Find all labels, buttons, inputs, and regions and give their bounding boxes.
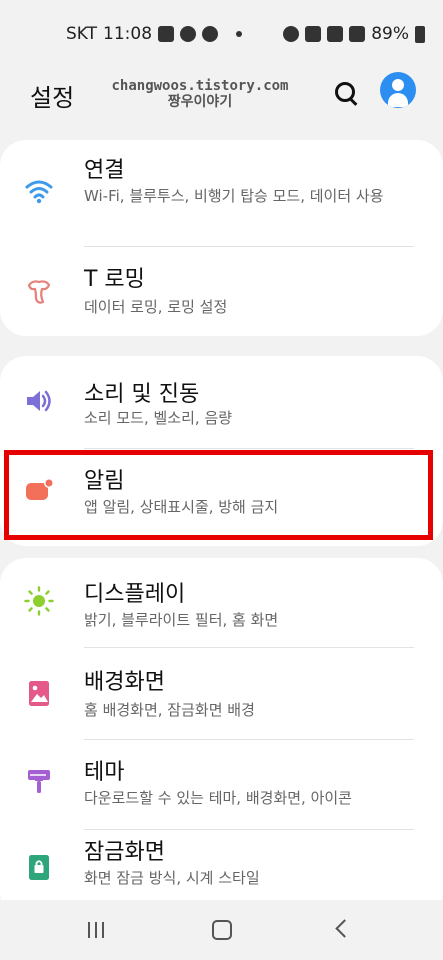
carrier-label: SKT: [66, 24, 98, 44]
more-notifications-dot-icon: [236, 31, 243, 37]
gallery-notification-icon: [158, 26, 175, 42]
lockscreen-icon: [29, 855, 49, 880]
profile-avatar-button[interactable]: [380, 72, 416, 108]
page-title: 설정: [30, 84, 75, 112]
settings-item-subtitle: 홈 배경화면, 잠금화면 배경: [84, 701, 255, 719]
battery-percent: 89%: [371, 24, 409, 44]
chat-notification-icon: [180, 26, 197, 42]
navigation-bar: [0, 900, 443, 960]
status-left: SKT 11:08: [66, 24, 243, 44]
settings-item-subtitle: 화면 잠금 방식, 시계 스타일: [84, 869, 260, 887]
theme-brush-icon: [28, 770, 50, 793]
app-notification-icon: [202, 26, 219, 42]
settings-item-title: 소리 및 진동: [84, 382, 200, 407]
speaker-icon: [27, 390, 51, 412]
settings-item-title: T 로밍: [84, 267, 145, 292]
wifi-icon: [25, 180, 53, 204]
settings-item-sound-vibration[interactable]: 소리 및 진동 소리 모드, 벨소리, 음량: [0, 356, 443, 448]
battery-icon: [415, 25, 425, 43]
settings-item-title: 잠금화면: [84, 840, 165, 865]
settings-item-subtitle: 데이터 로밍, 로밍 설정: [84, 298, 228, 316]
settings-item-title: 연결: [84, 158, 125, 183]
settings-group-connections: 연결 Wi-Fi, 블루투스, 비행기 탑승 모드, 데이터 사용 T 로밍 데…: [0, 140, 443, 336]
settings-group-display: 디스플레이 밝기, 블루라이트 필터, 홈 화면 배경화면 홈 배경화면, 잠금…: [0, 558, 443, 918]
settings-item-subtitle: Wi-Fi, 블루투스, 비행기 탑승 모드, 데이터 사용: [84, 187, 384, 205]
wallpaper-icon: [29, 681, 49, 706]
t-roaming-icon: [27, 280, 51, 304]
home-button[interactable]: [212, 920, 232, 940]
watermark-blog-name: 짱우이야기: [167, 94, 233, 110]
signal-bars-icon: [349, 26, 366, 42]
mute-icon: [305, 26, 322, 42]
settings-item-subtitle: 소리 모드, 벨소리, 음량: [84, 409, 233, 427]
search-button[interactable]: [329, 76, 365, 112]
settings-item-title: 디스플레이: [84, 582, 186, 607]
recent-apps-button[interactable]: [88, 922, 106, 938]
settings-item-display[interactable]: 디스플레이 밝기, 블루라이트 필터, 홈 화면: [0, 558, 443, 646]
settings-item-theme[interactable]: 테마 다운로드할 수 있는 테마, 배경화면, 아이콘: [0, 740, 443, 828]
watermark-url: changwoos.tistory.com: [111, 78, 289, 94]
settings-item-t-roaming[interactable]: T 로밍 데이터 로밍, 로밍 설정: [0, 247, 443, 336]
status-right: 89%: [283, 24, 425, 44]
settings-item-connections[interactable]: 연결 Wi-Fi, 블루투스, 비행기 탑승 모드, 데이터 사용: [0, 140, 443, 246]
sun-icon: [24, 586, 54, 616]
lte-signal-icon: [327, 26, 344, 42]
settings-item-title: 테마: [84, 760, 125, 785]
alarm-icon: [283, 26, 300, 42]
settings-item-subtitle: 다운로드할 수 있는 테마, 배경화면, 아이콘: [84, 789, 352, 807]
highlight-box: [4, 450, 433, 540]
back-button[interactable]: [335, 919, 354, 938]
settings-item-subtitle: 밝기, 블루라이트 필터, 홈 화면: [84, 611, 279, 629]
settings-item-wallpaper[interactable]: 배경화면 홈 배경화면, 잠금화면 배경: [0, 648, 443, 738]
clock: 11:08: [103, 24, 153, 44]
user-icon: [392, 79, 404, 91]
settings-item-title: 배경화면: [84, 670, 165, 695]
status-bar: SKT 11:08 89%: [0, 0, 443, 68]
watermark: changwoos.tistory.com 짱우이야기: [100, 78, 300, 110]
app-bar: 설정 changwoos.tistory.com 짱우이야기: [0, 68, 443, 128]
